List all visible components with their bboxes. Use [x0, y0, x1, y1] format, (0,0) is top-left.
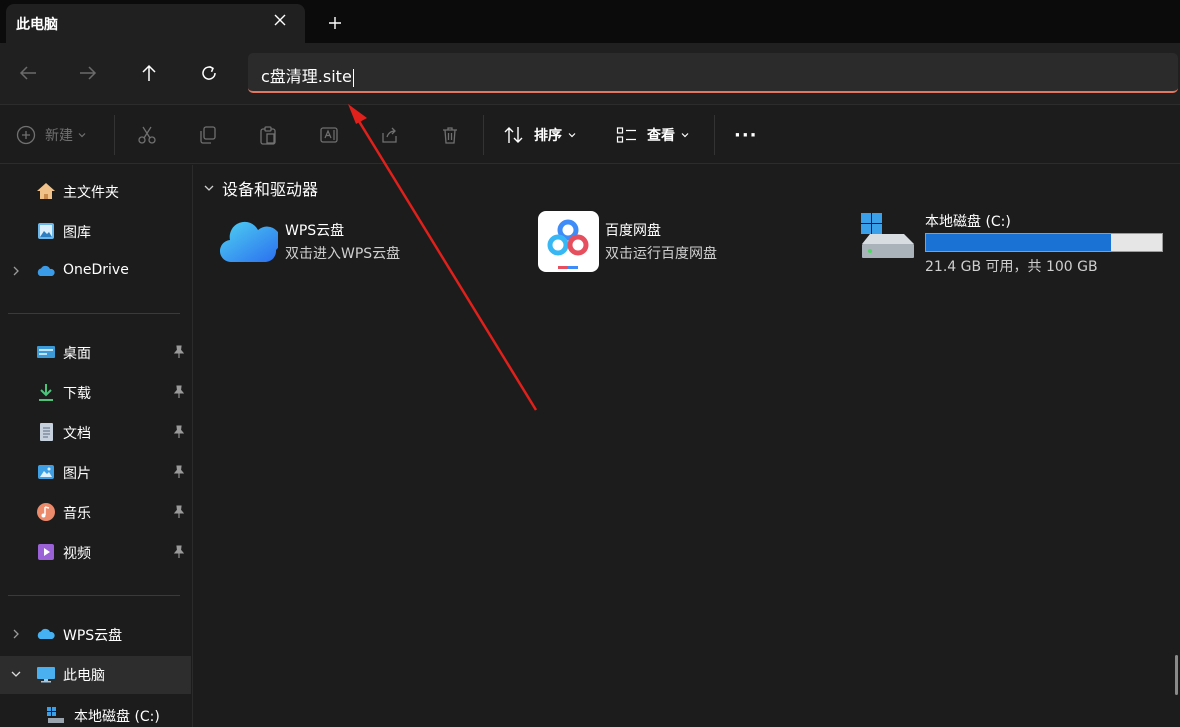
sidebar-item-this-pc[interactable]: 此电脑	[0, 656, 191, 694]
sort-button[interactable]: 排序	[503, 122, 577, 148]
sidebar-item-desktop[interactable]: 桌面	[0, 334, 191, 370]
section-title: 设备和驱动器	[222, 180, 319, 199]
view-label: 查看	[647, 128, 675, 144]
sidebar-item-label: OneDrive	[63, 262, 129, 278]
drive-subtitle: 双击运行百度网盘	[605, 246, 717, 262]
wps-cloud-icon	[37, 628, 55, 639]
sidebar-item-label: 此电脑	[63, 668, 105, 684]
close-icon[interactable]	[268, 8, 292, 32]
desktop-icon	[37, 346, 55, 358]
drive-subtitle: 双击进入WPS云盘	[285, 246, 401, 262]
sidebar-item-label: WPS云盘	[63, 628, 123, 644]
sidebar-item-downloads[interactable]: 下载	[0, 374, 191, 410]
tab-title: 此电脑	[16, 17, 58, 33]
chevron-right-icon[interactable]	[9, 627, 23, 641]
chevron-down-icon	[681, 133, 689, 138]
pictures-icon	[38, 465, 54, 479]
address-text: c盘清理.site	[261, 67, 354, 87]
sidebar-item-home[interactable]: 主文件夹	[0, 173, 191, 209]
sidebar-item-documents[interactable]: 文档	[0, 414, 191, 450]
local-disk-icon	[47, 707, 64, 723]
onedrive-cloud-icon	[37, 265, 55, 276]
view-list-icon	[616, 127, 636, 143]
sidebar-item-wps-cloud[interactable]: WPS云盘	[0, 616, 191, 652]
chevron-down-icon	[568, 133, 576, 138]
paste-icon[interactable]	[258, 122, 278, 148]
pin-icon[interactable]	[172, 385, 186, 399]
pin-icon[interactable]	[172, 505, 186, 519]
up-arrow-icon[interactable]	[133, 57, 165, 89]
sort-label: 排序	[534, 128, 562, 144]
plus-circle-icon	[16, 125, 36, 145]
sidebar-item-label: 本地磁盘 (C:)	[74, 709, 160, 725]
share-icon[interactable]	[380, 122, 400, 148]
chevron-right-icon[interactable]	[9, 264, 23, 278]
drive-name: 百度网盘	[605, 223, 661, 239]
music-icon	[37, 503, 55, 521]
tab-this-pc[interactable]: 此电脑	[6, 4, 305, 43]
sidebar-item-gallery[interactable]: 图库	[0, 213, 191, 249]
document-icon	[40, 423, 53, 441]
disk-usage-fill	[926, 234, 1112, 251]
navigation-bar: c盘清理.site	[0, 43, 1180, 104]
new-tab-plus-icon[interactable]	[320, 8, 350, 38]
gallery-icon	[38, 223, 54, 239]
computer-monitor-icon	[37, 667, 55, 683]
delete-trash-icon[interactable]	[440, 122, 460, 148]
forward-arrow-icon[interactable]	[72, 57, 104, 89]
sidebar-item-label: 音乐	[63, 506, 91, 522]
refresh-icon[interactable]	[193, 57, 225, 89]
copy-icon[interactable]	[198, 122, 218, 148]
home-icon	[37, 183, 55, 199]
chevron-down-icon	[78, 133, 86, 138]
video-icon	[38, 544, 54, 560]
baidu-netdisk-icon	[538, 211, 599, 272]
cut-icon[interactable]	[137, 122, 157, 148]
sidebar-item-label: 文档	[63, 426, 91, 442]
wps-cloud-icon	[220, 221, 278, 263]
pin-icon[interactable]	[172, 545, 186, 559]
section-header-devices[interactable]: 设备和驱动器	[202, 176, 318, 200]
command-bar: 新建 排序 查看 ···	[0, 104, 1180, 164]
sidebar-item-label: 桌面	[63, 346, 91, 362]
pin-icon[interactable]	[172, 345, 186, 359]
navigation-pane: 主文件夹 图库 OneDrive 桌面 下载 文档 图片 音乐 视频 WPS云盘…	[0, 165, 191, 727]
new-button[interactable]: 新建	[16, 122, 87, 148]
sidebar-item-music[interactable]: 音乐	[0, 494, 191, 530]
drive-name: 本地磁盘 (C:)	[925, 214, 1011, 230]
sidebar-item-label: 下载	[63, 386, 91, 402]
sidebar-item-onedrive[interactable]: OneDrive	[0, 253, 191, 289]
download-arrow-icon	[39, 384, 53, 401]
sidebar-item-label: 主文件夹	[63, 185, 119, 201]
sidebar-item-label: 图库	[63, 225, 91, 241]
drive-name: WPS云盘	[285, 223, 345, 239]
title-bar: 此电脑	[0, 0, 1180, 43]
new-label: 新建	[45, 128, 73, 144]
pin-icon[interactable]	[172, 425, 186, 439]
sidebar-item-videos[interactable]: 视频	[0, 534, 191, 570]
local-disk-icon	[861, 213, 914, 258]
pin-icon[interactable]	[172, 465, 186, 479]
sort-arrows-icon	[504, 127, 523, 143]
chevron-down-icon[interactable]	[9, 667, 23, 681]
sidebar-item-label: 图片	[63, 466, 91, 482]
sidebar-item-pictures[interactable]: 图片	[0, 454, 191, 490]
sidebar-item-local-disk[interactable]: 本地磁盘 (C:)	[0, 697, 191, 727]
sidebar-item-label: 视频	[63, 546, 91, 562]
chevron-down-icon	[204, 185, 214, 191]
more-options-button[interactable]: ···	[734, 122, 758, 148]
disk-usage-bar	[925, 233, 1163, 252]
back-arrow-icon[interactable]	[12, 57, 44, 89]
drive-wps-cloud[interactable]: WPS云盘 双击进入WPS云盘	[218, 210, 518, 270]
address-bar-input[interactable]: c盘清理.site	[248, 53, 1178, 93]
view-button[interactable]: 查看	[616, 122, 690, 148]
drive-baidu-netdisk[interactable]: 百度网盘 双击运行百度网盘	[537, 210, 837, 274]
rename-icon[interactable]	[319, 122, 339, 148]
drive-subtitle: 21.4 GB 可用，共 100 GB	[925, 259, 1098, 275]
scrollbar[interactable]	[1175, 655, 1178, 695]
